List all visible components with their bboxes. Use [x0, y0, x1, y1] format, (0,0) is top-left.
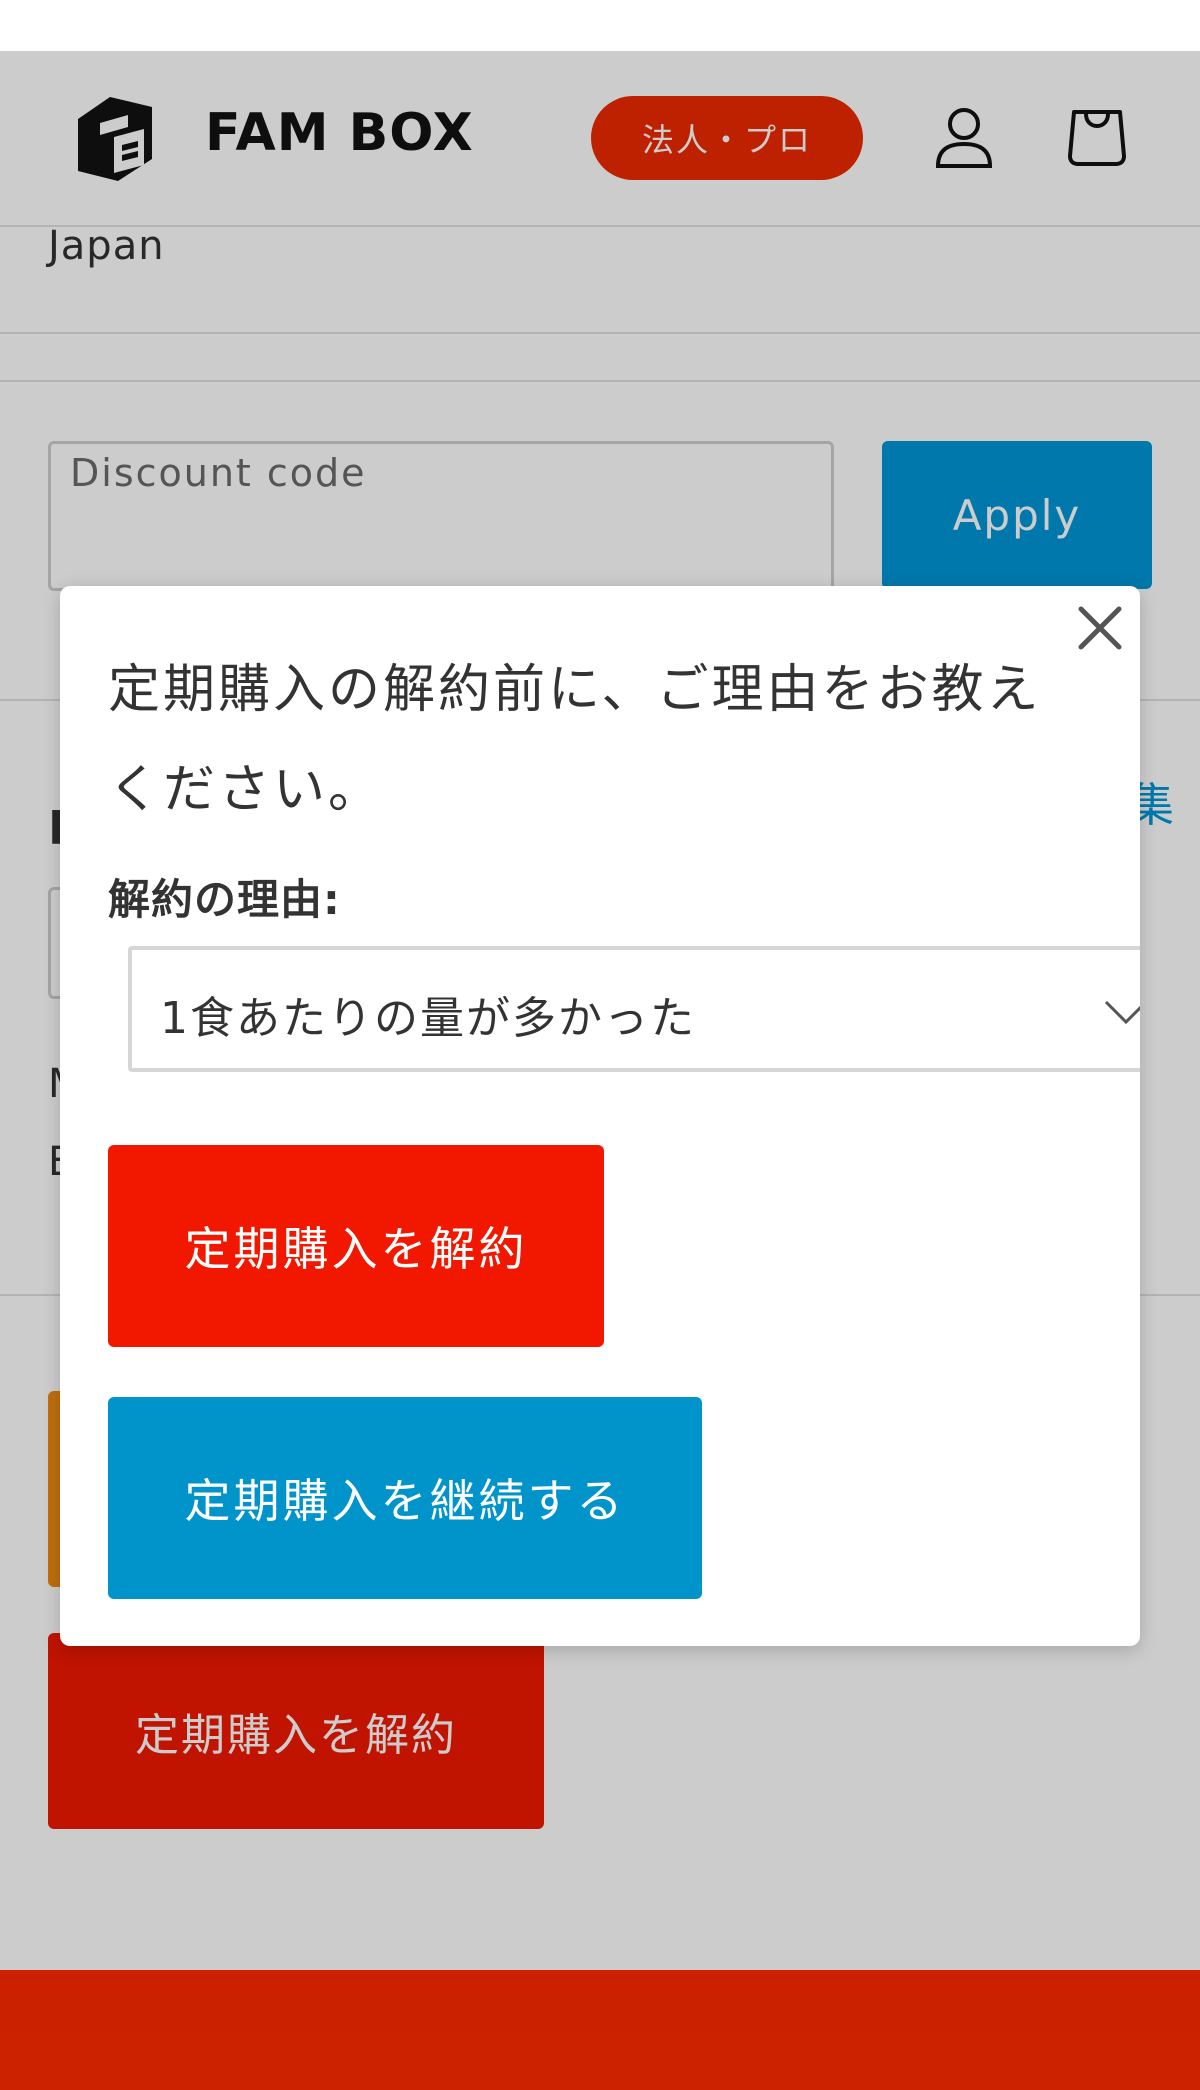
cancel-reason-modal: 定期購入の解約前に、ご理由をお教えください。 解約の理由: 1食あたりの量が多か…	[60, 586, 1140, 1646]
chevron-down-icon	[1104, 1000, 1140, 1025]
modal-title: 定期購入の解約前に、ご理由をお教えください。	[108, 660, 1042, 820]
confirm-cancel-button[interactable]: 定期購入を解約	[108, 1145, 604, 1347]
reason-label: 解約の理由:	[108, 875, 341, 924]
continue-subscription-button[interactable]: 定期購入を継続する	[108, 1397, 702, 1599]
reason-select[interactable]: 1食あたりの量が多かった	[128, 946, 1140, 1072]
reason-selected-value: 1食あたりの量が多かった	[160, 993, 696, 1044]
